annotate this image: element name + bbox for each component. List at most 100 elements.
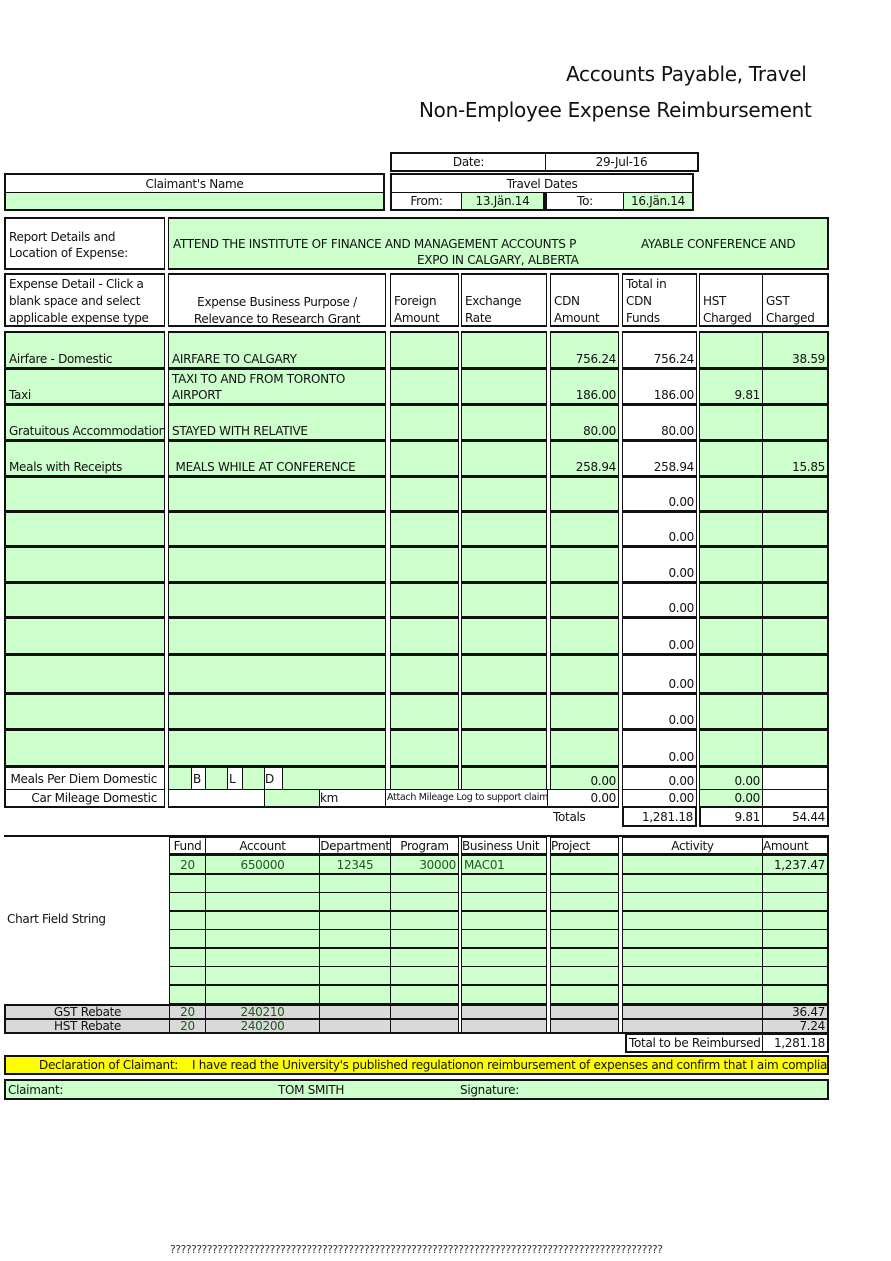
gst-cell[interactable] <box>762 582 829 618</box>
cdn-amount-cell[interactable]: 80.00 <box>550 404 619 441</box>
expense-type-cell[interactable]: Meals with Receipts <box>4 440 165 477</box>
chart-field-amount-cell[interactable] <box>762 911 829 931</box>
expense-purpose-cell[interactable]: MEALS WHILE AT CONFERENCE <box>168 440 386 477</box>
expense-type-cell[interactable] <box>4 617 165 655</box>
expense-purpose-cell[interactable] <box>168 546 386 583</box>
chart-field-activity-cell[interactable] <box>622 892 763 912</box>
cdn-amount-cell[interactable]: 258.94 <box>550 440 619 477</box>
gst-cell[interactable] <box>762 617 829 655</box>
exchange-rate-cell[interactable] <box>461 693 547 730</box>
exchange-rate-cell[interactable] <box>461 729 547 767</box>
foreign-amount-cell[interactable] <box>390 617 459 655</box>
foreign-amount-cell[interactable] <box>390 511 459 547</box>
cdn-amount-cell[interactable] <box>550 582 619 618</box>
expense-type-cell[interactable] <box>4 729 165 767</box>
gst-cell[interactable] <box>762 546 829 583</box>
chart-field-fund-cell[interactable] <box>169 892 206 912</box>
chart-field-project-cell[interactable] <box>550 948 619 968</box>
chart-field-business-unit-cell[interactable]: MAC01 <box>461 855 547 875</box>
chart-field-account-cell[interactable] <box>205 929 320 949</box>
gst-cell[interactable]: 38.59 <box>762 331 829 369</box>
foreign-amount-cell[interactable] <box>390 729 459 767</box>
chart-field-activity-cell[interactable] <box>622 874 763 894</box>
expense-purpose-cell[interactable]: AIRFARE TO CALGARY <box>168 331 386 369</box>
chart-field-amount-cell[interactable] <box>762 966 829 986</box>
exchange-rate-cell[interactable] <box>461 331 547 369</box>
gst-cell[interactable] <box>762 654 829 694</box>
chart-field-business-unit-cell[interactable] <box>461 892 547 912</box>
expense-type-cell[interactable] <box>4 511 165 547</box>
chart-field-amount-cell[interactable] <box>762 948 829 968</box>
expense-type-cell[interactable] <box>4 654 165 694</box>
expense-type-cell[interactable]: Taxi <box>4 368 165 405</box>
from-date-field[interactable]: 13.Jän.14 <box>461 192 546 211</box>
chart-field-account-cell[interactable] <box>205 892 320 912</box>
foreign-amount-cell[interactable] <box>390 476 459 512</box>
cdn-amount-cell[interactable] <box>550 654 619 694</box>
chart-field-fund-cell[interactable] <box>169 911 206 931</box>
expense-type-cell[interactable] <box>4 476 165 512</box>
chart-field-amount-cell[interactable]: 1,237.47 <box>762 855 829 875</box>
expense-purpose-cell[interactable] <box>168 511 386 547</box>
date-value[interactable]: 29-Jul-16 <box>545 152 699 172</box>
foreign-amount-cell[interactable] <box>390 693 459 730</box>
chart-field-amount-cell[interactable] <box>762 874 829 894</box>
chart-field-account-cell[interactable] <box>205 911 320 931</box>
foreign-amount-cell[interactable] <box>390 404 459 441</box>
foreign-amount-cell[interactable] <box>390 582 459 618</box>
chart-field-program-cell[interactable] <box>390 892 459 912</box>
expense-purpose-cell[interactable] <box>168 693 386 730</box>
gst-cell[interactable] <box>762 729 829 767</box>
gst-cell[interactable]: 15.85 <box>762 440 829 477</box>
chart-field-department-cell[interactable]: 12345 <box>319 855 391 875</box>
chart-field-fund-cell[interactable] <box>169 966 206 986</box>
chart-field-department-cell[interactable] <box>319 874 391 894</box>
cdn-amount-cell[interactable] <box>550 693 619 730</box>
chart-field-amount-cell[interactable] <box>762 892 829 912</box>
claimant-name-field[interactable] <box>4 192 385 211</box>
chart-field-program-cell[interactable] <box>390 948 459 968</box>
chart-field-department-cell[interactable] <box>319 948 391 968</box>
chart-field-department-cell[interactable] <box>319 929 391 949</box>
hst-cell[interactable] <box>699 729 763 767</box>
exchange-rate-cell[interactable] <box>461 476 547 512</box>
chart-field-business-unit-cell[interactable] <box>461 874 547 894</box>
chart-field-amount-cell[interactable] <box>762 985 829 1005</box>
chart-field-account-cell[interactable] <box>205 985 320 1005</box>
foreign-amount-cell[interactable] <box>390 654 459 694</box>
expense-purpose-cell[interactable] <box>168 729 386 767</box>
hst-cell[interactable] <box>699 582 763 618</box>
chart-field-project-cell[interactable] <box>550 855 619 875</box>
hst-cell[interactable]: 9.81 <box>699 368 763 405</box>
expense-purpose-cell[interactable]: STAYED WITH RELATIVE <box>168 404 386 441</box>
per-diem-foreign[interactable] <box>390 766 459 790</box>
expense-purpose-cell[interactable] <box>168 476 386 512</box>
report-details-field[interactable]: ATTEND THE INSTITUTE OF FINANCE AND MANA… <box>168 217 829 270</box>
gst-cell[interactable] <box>762 511 829 547</box>
chart-field-fund-cell[interactable] <box>169 929 206 949</box>
chart-field-program-cell[interactable] <box>390 966 459 986</box>
per-diem-d-count[interactable] <box>242 766 265 790</box>
chart-field-business-unit-cell[interactable] <box>461 911 547 931</box>
chart-field-department-cell[interactable] <box>319 966 391 986</box>
chart-field-activity-cell[interactable] <box>622 985 763 1005</box>
exchange-rate-cell[interactable] <box>461 368 547 405</box>
expense-type-cell[interactable]: Airfare - Domestic <box>4 331 165 369</box>
chart-field-department-cell[interactable] <box>319 911 391 931</box>
chart-field-business-unit-cell[interactable] <box>461 948 547 968</box>
gst-cell[interactable] <box>762 368 829 405</box>
expense-type-cell[interactable] <box>4 546 165 583</box>
cdn-amount-cell[interactable] <box>550 617 619 655</box>
expense-type-cell[interactable]: Gratuitous Accommodation <box>4 404 165 441</box>
cdn-amount-cell[interactable]: 756.24 <box>550 331 619 369</box>
gst-cell[interactable] <box>762 693 829 730</box>
chart-field-department-cell[interactable] <box>319 892 391 912</box>
chart-field-account-cell[interactable] <box>205 948 320 968</box>
chart-field-activity-cell[interactable] <box>622 855 763 875</box>
expense-type-cell[interactable] <box>4 693 165 730</box>
chart-field-project-cell[interactable] <box>550 929 619 949</box>
hst-cell[interactable] <box>699 617 763 655</box>
hst-cell[interactable] <box>699 440 763 477</box>
exchange-rate-cell[interactable] <box>461 546 547 583</box>
per-diem-l-count[interactable] <box>205 766 228 790</box>
